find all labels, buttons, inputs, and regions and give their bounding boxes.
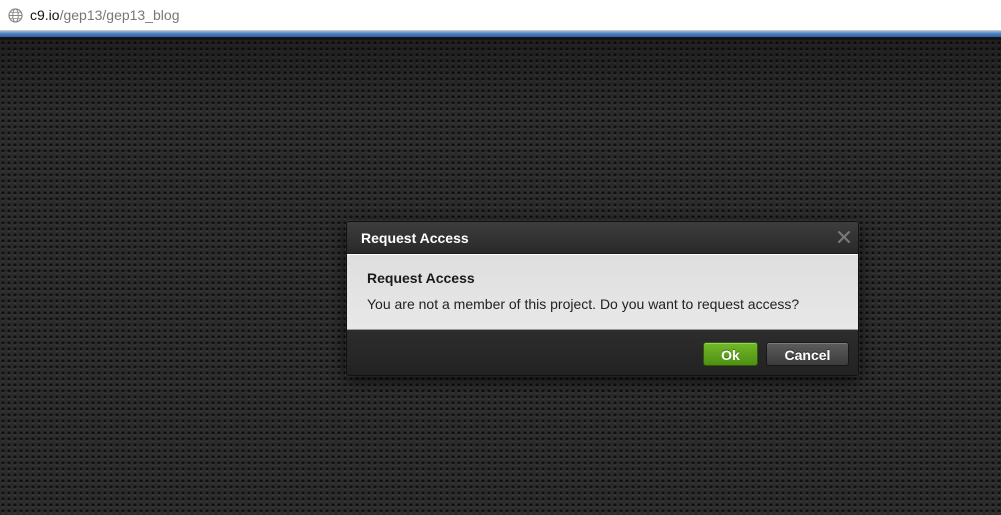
url-text[interactable]: c9.io/gep13/gep13_blog — [30, 7, 179, 24]
dialog-footer: Ok Cancel — [347, 330, 858, 375]
close-icon[interactable] — [836, 229, 852, 245]
ok-button[interactable]: Ok — [703, 342, 758, 366]
url-host: c9.io — [30, 7, 60, 23]
dialog-body: Request Access You are not a member of t… — [347, 254, 858, 330]
dialog-header: Request Access — [347, 222, 858, 254]
dialog-message: You are not a member of this project. Do… — [367, 296, 800, 312]
globe-icon — [8, 8, 23, 23]
cancel-button[interactable]: Cancel — [766, 342, 849, 366]
dialog-heading: Request Access — [367, 270, 475, 286]
browser-address-bar[interactable]: c9.io/gep13/gep13_blog — [0, 0, 1001, 31]
url-path: /gep13/gep13_blog — [59, 7, 180, 23]
ide-background-shade — [0, 40, 1001, 110]
request-access-dialog: Request Access Request Access You are no… — [346, 221, 859, 376]
dialog-title: Request Access — [361, 230, 469, 246]
